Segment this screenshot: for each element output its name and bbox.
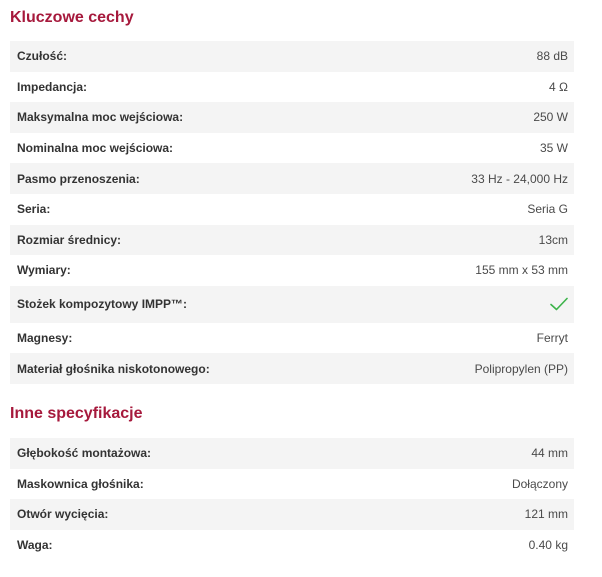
spec-label: Wymiary:: [17, 263, 71, 278]
section-title-key-features: Kluczowe cechy: [10, 9, 134, 26]
spec-value: 13cm: [538, 232, 568, 247]
spec-row-weight: Waga: 0.40 kg: [10, 530, 574, 561]
spec-label: Maksymalna moc wejściowa:: [17, 110, 184, 125]
other-specs-table: Głębokość montażowa: 44 mm Maskownica gł…: [10, 438, 574, 560]
spec-row-woofer-material: Materiał głośnika niskotonowego: Polipro…: [10, 353, 574, 384]
spec-value: Polipropylen (PP): [474, 361, 568, 376]
spec-label: Otwór wycięcia:: [17, 507, 109, 522]
spec-row-series: Seria: Seria G: [10, 194, 574, 225]
spec-value: Seria G: [527, 202, 568, 217]
spec-label: Stożek kompozytowy IMPP™:: [17, 297, 188, 312]
spec-label: Materiał głośnika niskotonowego:: [17, 361, 210, 376]
spec-value: 0.40 kg: [528, 538, 568, 553]
spec-value: Dołączony: [511, 476, 568, 491]
spec-row-magnets: Magnesy: Ferryt: [10, 323, 574, 354]
spec-value: 155 mm x 53 mm: [475, 263, 568, 278]
section-title-other-specs: Inne specyfikacje: [10, 405, 143, 422]
spec-label: Seria:: [17, 202, 51, 217]
spec-panel: Kluczowe cechy Czułość: 88 dB Impedancja…: [0, 0, 602, 577]
spec-value: 35 W: [539, 141, 568, 156]
spec-value: 88 dB: [536, 49, 568, 64]
spec-value: 4 Ω: [549, 79, 568, 94]
check-icon: [550, 297, 568, 311]
spec-value: [550, 297, 568, 311]
spec-label: Czułość:: [17, 49, 68, 64]
spec-label: Rozmiar średnicy:: [17, 232, 122, 247]
spec-value: Ferryt: [536, 331, 568, 346]
spec-row-dimensions: Wymiary: 155 mm x 53 mm: [10, 255, 574, 286]
spec-row-impedance: Impedancja: 4 Ω: [10, 72, 574, 103]
spec-value: 121 mm: [524, 507, 568, 522]
spec-row-cutout: Otwór wycięcia: 121 mm: [10, 499, 574, 530]
spec-row-sensitivity: Czułość: 88 dB: [10, 41, 574, 72]
spec-row-mounting-depth: Głębokość montażowa: 44 mm: [10, 438, 574, 469]
spec-value: 250 W: [533, 110, 568, 125]
spec-row-diameter: Rozmiar średnicy: 13cm: [10, 224, 574, 256]
spec-label: Pasmo przenoszenia:: [17, 171, 140, 186]
spec-row-frequency-response: Pasmo przenoszenia: 33 Hz - 24,000 Hz: [10, 163, 574, 194]
spec-label: Impedancja:: [17, 79, 88, 94]
spec-row-grille: Maskownica głośnika: Dołączony: [10, 469, 574, 500]
spec-label: Głębokość montażowa:: [17, 446, 152, 461]
spec-label: Waga:: [17, 538, 53, 553]
spec-value: 33 Hz - 24,000 Hz: [471, 171, 568, 186]
spec-row-max-power: Maksymalna moc wejściowa: 250 W: [10, 102, 574, 133]
spec-label: Nominalna moc wejściowa:: [17, 141, 174, 156]
spec-row-impp-cone: Stożek kompozytowy IMPP™:: [10, 285, 574, 323]
spec-row-nominal-power: Nominalna moc wejściowa: 35 W: [10, 133, 574, 164]
spec-label: Maskownica głośnika:: [17, 476, 144, 491]
spec-label: Magnesy:: [17, 331, 73, 346]
key-features-table: Czułość: 88 dB Impedancja: 4 Ω Maksymaln…: [10, 41, 574, 384]
spec-value: 44 mm: [531, 446, 568, 461]
